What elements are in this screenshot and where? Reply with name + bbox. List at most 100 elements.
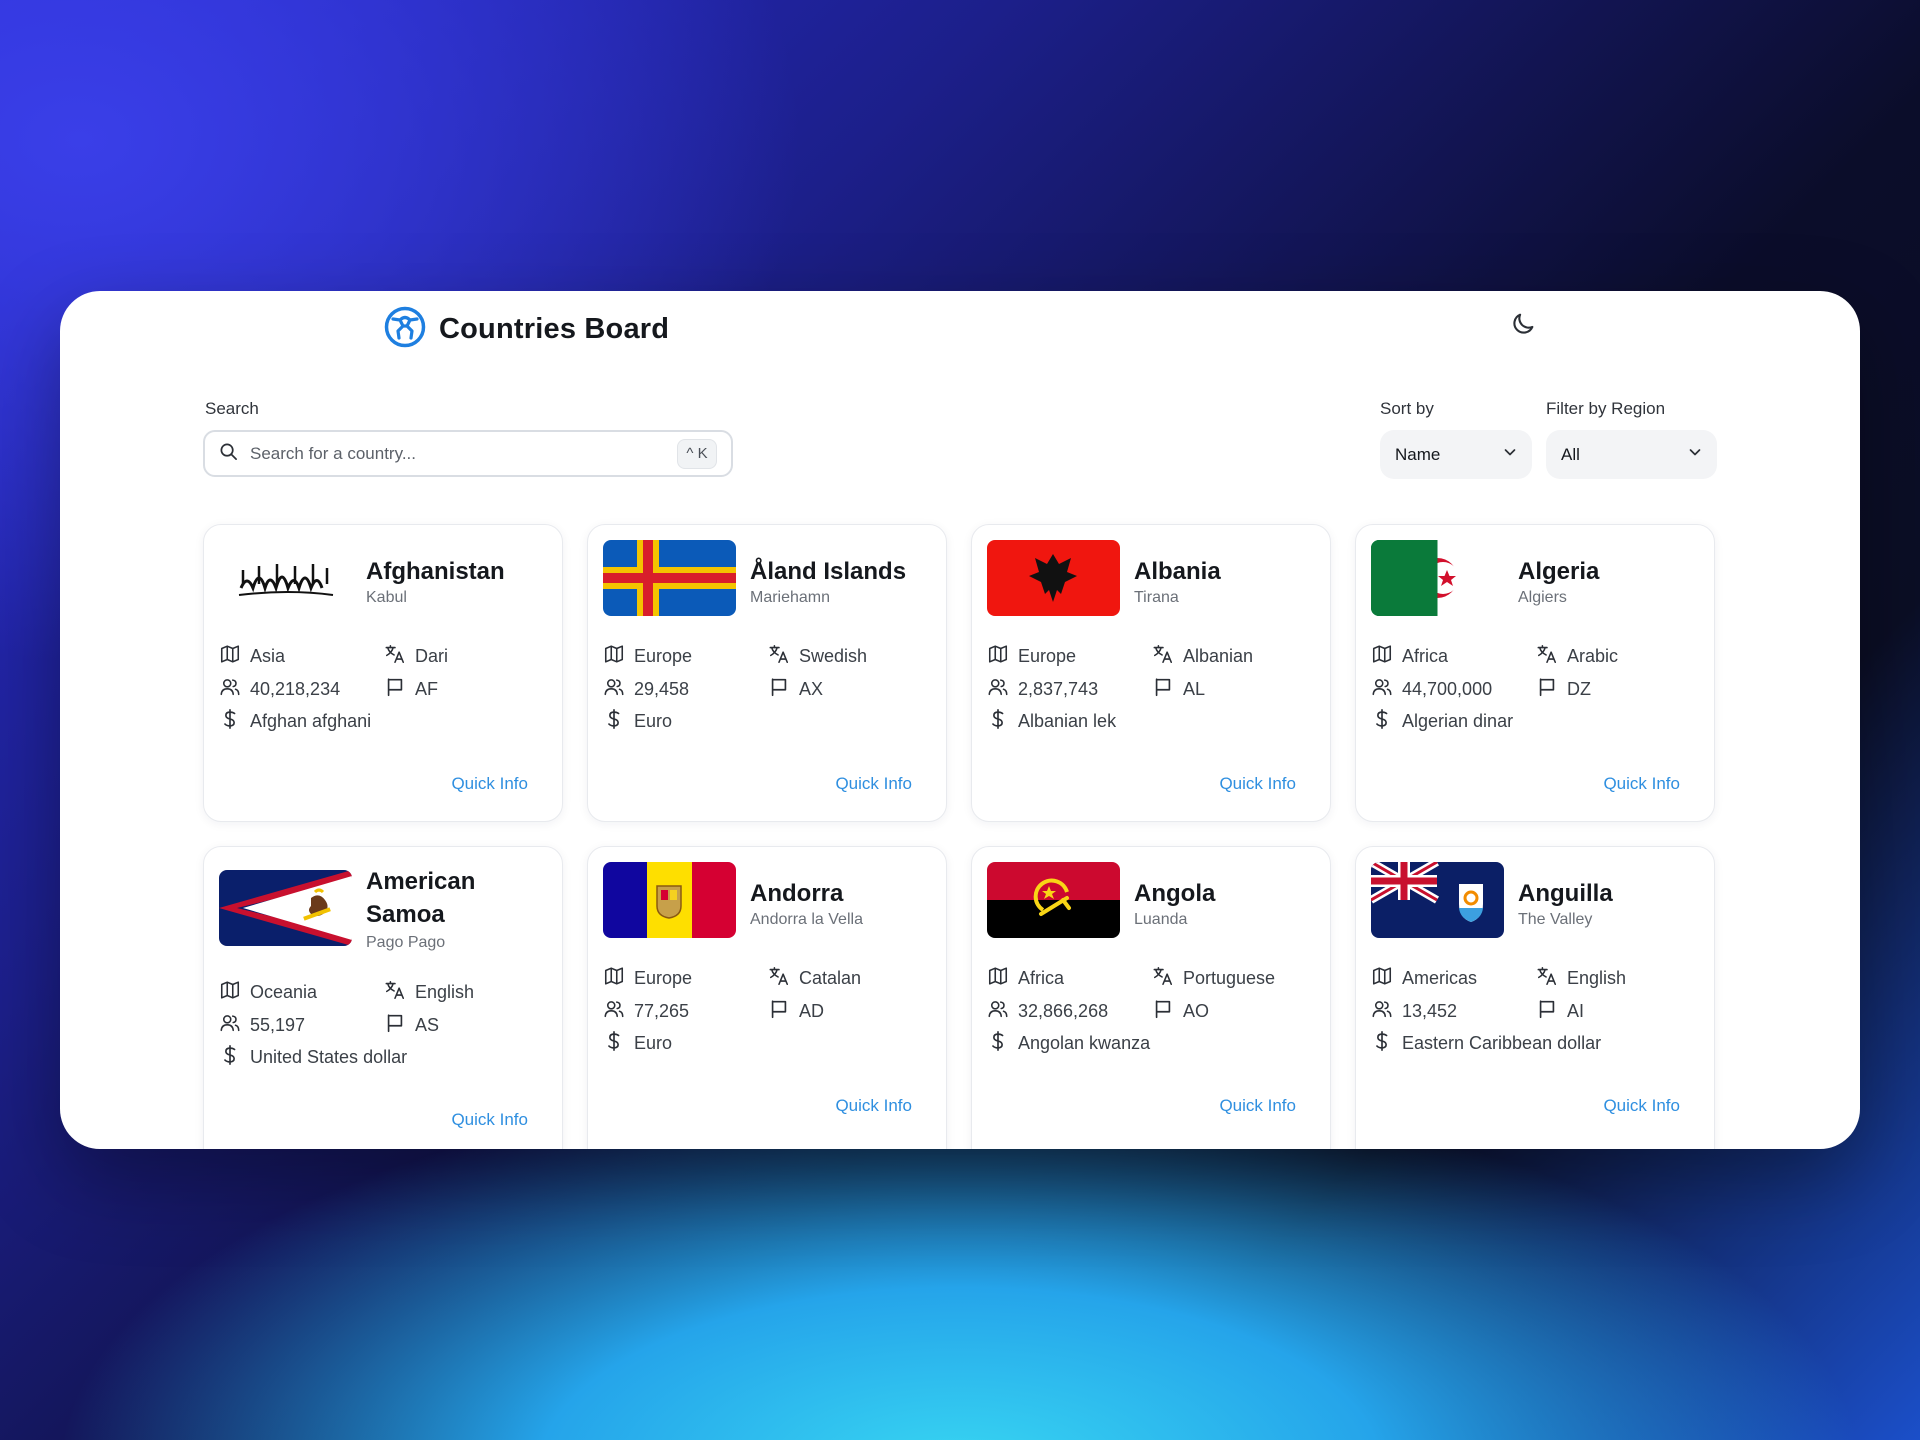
country-card[interactable]: Angola Luanda Africa Portuguese 32,866,2…: [971, 846, 1331, 1149]
currency-value: Euro: [634, 1033, 673, 1053]
language-value: Swedish: [799, 646, 868, 666]
population-value: 29,458: [634, 679, 690, 699]
region-info: Americas: [1371, 965, 1477, 992]
country-name: Andorra: [750, 880, 844, 907]
quick-info-link[interactable]: Quick Info: [1219, 1096, 1296, 1116]
currency-value: United States dollar: [250, 1047, 408, 1067]
map-icon: [1371, 643, 1393, 670]
country-name: Anguilla: [1518, 880, 1613, 907]
language-value: English: [1567, 968, 1627, 988]
flag-andorra: [603, 862, 736, 938]
region-info: Africa: [987, 965, 1064, 992]
quick-info-link[interactable]: Quick Info: [451, 1110, 528, 1130]
population-info: 44,700,000: [1371, 676, 1492, 703]
code-value: DZ: [1567, 679, 1591, 699]
language-icon: [384, 643, 406, 670]
quick-info-link[interactable]: Quick Info: [1603, 774, 1680, 794]
language-icon: [1536, 965, 1558, 992]
country-card[interactable]: American Samoa Pago Pago Oceania English…: [203, 846, 563, 1149]
country-capital: Kabul: [366, 589, 407, 606]
language-info: Albanian: [1152, 643, 1253, 670]
users-icon: [603, 676, 625, 703]
population-value: 32,866,268: [1018, 1001, 1109, 1021]
language-value: English: [415, 982, 475, 1002]
sort-value: Name: [1395, 444, 1441, 464]
quick-info-link[interactable]: Quick Info: [451, 774, 528, 794]
region-value: Africa: [1402, 646, 1449, 666]
currency-info: Eastern Caribbean dollar: [1371, 1030, 1601, 1057]
language-info: Arabic: [1536, 643, 1618, 670]
flag-icon: [1536, 998, 1558, 1025]
app-title: Countries Board: [439, 313, 670, 345]
flag-icon: [1152, 998, 1174, 1025]
population-info: 32,866,268: [987, 998, 1108, 1025]
flag-icon: [768, 676, 790, 703]
country-name: American Samoa: [366, 868, 476, 928]
brand[interactable]: Countries Board: [384, 306, 669, 353]
quick-info-link[interactable]: Quick Info: [1603, 1096, 1680, 1116]
flag-anguilla: [1371, 862, 1504, 938]
population-info: 55,197: [219, 1012, 305, 1039]
theme-toggle-button[interactable]: [1503, 306, 1543, 346]
country-card[interactable]: Andorra Andorra la Vella Europe Catalan …: [587, 846, 947, 1149]
population-value: 55,197: [250, 1015, 306, 1035]
currency-info: Algerian dinar: [1371, 708, 1513, 735]
language-info: English: [384, 979, 474, 1006]
flag-icon: [384, 1012, 406, 1039]
region-info: Africa: [1371, 643, 1448, 670]
code-value: AO: [1183, 1001, 1210, 1021]
country-card[interactable]: Afghanistan Kabul Asia Dari 40,218,234 A…: [203, 524, 563, 822]
code-info: AF: [384, 676, 438, 703]
population-value: 13,452: [1402, 1001, 1458, 1021]
app-window: Countries Board Search ^ K Sort by Name …: [60, 291, 1860, 1149]
region-value: Europe: [634, 968, 693, 988]
flag-angola: [987, 862, 1120, 938]
map-icon: [219, 979, 241, 1006]
region-value: Africa: [1018, 968, 1065, 988]
country-name: Algeria: [1518, 558, 1600, 585]
language-info: Portuguese: [1152, 965, 1275, 992]
language-info: Dari: [384, 643, 448, 670]
language-icon: [1152, 643, 1174, 670]
users-icon: [987, 998, 1009, 1025]
language-value: Albanian: [1183, 646, 1254, 666]
search-input[interactable]: [250, 443, 677, 464]
map-icon: [987, 965, 1009, 992]
quick-info-link[interactable]: Quick Info: [1219, 774, 1296, 794]
country-capital: Pago Pago: [366, 934, 446, 951]
quick-info-link[interactable]: Quick Info: [835, 1096, 912, 1116]
language-icon: [384, 979, 406, 1006]
search-field[interactable]: ^ K: [203, 430, 733, 477]
language-value: Catalan: [799, 968, 862, 988]
language-icon: [768, 965, 790, 992]
code-value: AL: [1183, 679, 1206, 699]
dollar-icon: [603, 1030, 625, 1057]
sort-select[interactable]: Name: [1380, 430, 1532, 479]
language-icon: [768, 643, 790, 670]
dollar-icon: [987, 1030, 1009, 1057]
code-info: DZ: [1536, 676, 1591, 703]
country-card[interactable]: Algeria Algiers Africa Arabic 44,700,000…: [1355, 524, 1715, 822]
flag-icon: [384, 676, 406, 703]
country-card[interactable]: Anguilla The Valley Americas English 13,…: [1355, 846, 1715, 1149]
region-info: Europe: [987, 643, 1076, 670]
region-info: Europe: [603, 965, 692, 992]
map-icon: [603, 965, 625, 992]
currency-info: Euro: [603, 1030, 672, 1057]
users-icon: [219, 676, 241, 703]
language-value: Dari: [415, 646, 449, 666]
map-icon: [987, 643, 1009, 670]
dollar-icon: [219, 708, 241, 735]
country-card[interactable]: Albania Tirana Europe Albanian 2,837,743…: [971, 524, 1331, 822]
flag-icon: [768, 998, 790, 1025]
dollar-icon: [1371, 1030, 1393, 1057]
code-info: AS: [384, 1012, 439, 1039]
code-info: AI: [1536, 998, 1584, 1025]
flag-aland-islands: [603, 540, 736, 616]
population-value: 44,700,000: [1402, 679, 1493, 699]
dollar-icon: [1371, 708, 1393, 735]
region-value: Oceania: [250, 982, 318, 1002]
quick-info-link[interactable]: Quick Info: [835, 774, 912, 794]
country-card[interactable]: Åland Islands Mariehamn Europe Swedish 2…: [587, 524, 947, 822]
region-filter-select[interactable]: All: [1546, 430, 1717, 479]
